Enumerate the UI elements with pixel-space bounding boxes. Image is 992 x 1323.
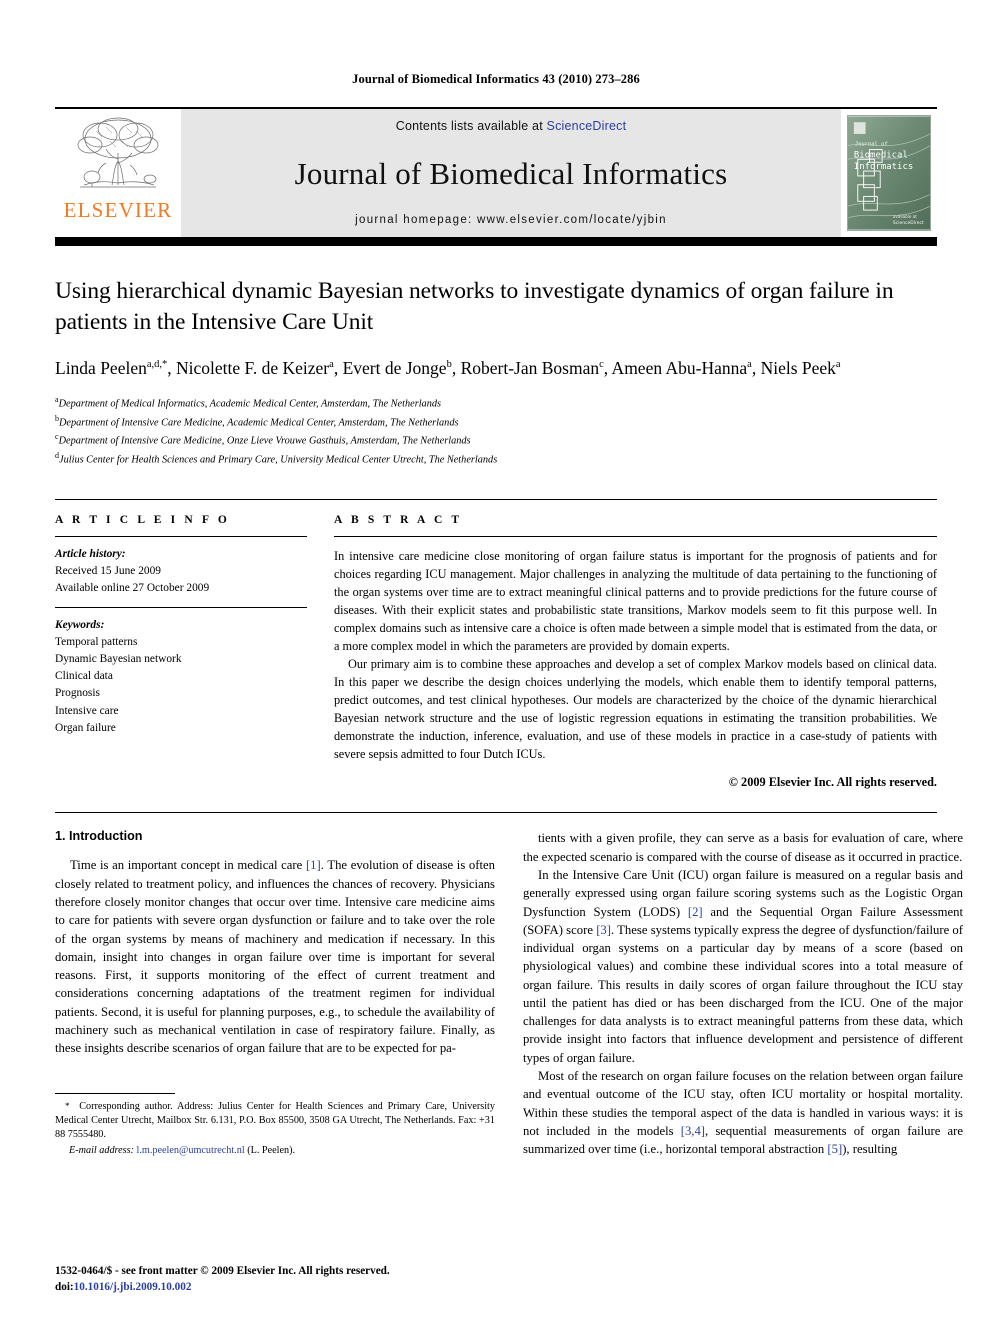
affiliation-marker: a [55, 394, 59, 404]
doi-label: doi: [55, 1280, 74, 1293]
keyword-item: Prognosis [55, 687, 100, 700]
doi-link[interactable]: 10.1016/j.jbi.2009.10.002 [74, 1281, 192, 1293]
section-heading-introduction: 1. Introduction [55, 829, 143, 844]
page-footer: 1532-0464/$ - see front matter © 2009 El… [55, 1263, 495, 1295]
front-matter-line: 1532-0464/$ - see front matter © 2009 El… [55, 1264, 390, 1277]
email-link[interactable]: l.m.peelen@umcutrecht.nl [137, 1145, 245, 1156]
body-paragraph: Most of the research on organ failure fo… [523, 1069, 963, 1157]
abstract-copyright: © 2009 Elsevier Inc. All rights reserved… [728, 775, 937, 790]
contents-prefix: Contents lists available at [395, 119, 547, 133]
info-abstract-region: A R T I C L E I N F O Article history: R… [55, 498, 937, 791]
keyword-item: Intensive care [55, 704, 119, 717]
footnote-rule [55, 1092, 175, 1094]
body-column-right: tients with a given profile, they can se… [523, 829, 963, 1158]
affiliation-marker: c [55, 432, 59, 442]
journal-cover-thumbnail: Journal of Biomedical Informatics availa… [841, 109, 937, 237]
affiliation-marker: d [55, 450, 59, 460]
doi-line: doi:10.1016/j.jbi.2009.10.002 [55, 1279, 495, 1295]
sciencedirect-link[interactable]: ScienceDirect [547, 119, 627, 133]
affiliation-marker: b [55, 413, 59, 423]
masthead-bottom-rule [55, 237, 937, 246]
email-owner: (L. Peelen). [247, 1144, 296, 1156]
abstract-paragraph: Our primary aim is to combine these appr… [334, 657, 937, 762]
abstract-paragraph: In intensive care medicine close monitor… [334, 548, 937, 653]
svg-text:Journal of: Journal of [855, 142, 888, 148]
article-history-label: Article history: [55, 547, 126, 560]
elsevier-tree-icon [77, 117, 159, 188]
keyword-item: Organ failure [55, 721, 116, 734]
body-region: 1. Introduction Time is an important con… [55, 812, 963, 1158]
page-title: Using hierarchical dynamic Bayesian netw… [55, 278, 894, 336]
keywords-label: Keywords: [55, 618, 105, 631]
affiliation-item: dJulius Center for Health Sciences and P… [55, 450, 498, 466]
affiliation-item: cDepartment of Intensive Care Medicine, … [55, 432, 471, 447]
abstract-divider [334, 535, 937, 537]
article-info-heading: A R T I C L E I N F O [55, 513, 230, 526]
keyword-item: Temporal patterns [55, 636, 138, 649]
article-first-page: Journal of Biomedical Informatics 43 (20… [0, 0, 992, 1323]
masthead-band: Contents lists available at ScienceDirec… [181, 109, 841, 237]
affiliation-list: aDepartment of Medical Informatics, Acad… [55, 394, 937, 469]
journal-masthead: ELSEVIER Contents lists available at Sci… [55, 107, 937, 237]
body-paragraph: In the Intensive Care Unit (ICU) organ f… [523, 867, 964, 1065]
journal-homepage-line[interactable]: journal homepage: www.elsevier.com/locat… [355, 214, 667, 226]
abstract-heading: A B S T R A C T [334, 513, 463, 526]
elsevier-logo: ELSEVIER [55, 109, 181, 237]
keyword-item: Clinical data [55, 670, 113, 683]
article-info-divider [55, 535, 307, 537]
title-block: Using hierarchical dynamic Bayesian netw… [55, 276, 937, 469]
article-info-column: A R T I C L E I N F O Article history: R… [55, 514, 307, 791]
corresponding-author-footnote: * Corresponding author. Address: Julius … [55, 1092, 495, 1159]
svg-text:Informatics: Informatics [854, 162, 913, 172]
keywords-block: Keywords: Temporal patterns Dynamic Baye… [55, 617, 307, 737]
article-history-received: Received 15 June 2009 [55, 564, 161, 577]
corresponding-author-text: * Corresponding author. Address: Julius … [55, 1100, 495, 1141]
article-history-online: Available online 27 October 2009 [55, 581, 210, 594]
body-paragraph: tients with a given profile, they can se… [523, 831, 963, 864]
elsevier-wordmark: ELSEVIER [63, 198, 173, 222]
corresponding-author-email-line: E-mail address: l.m.peelen@umcutrecht.nl… [55, 1144, 495, 1158]
running-head: Journal of Biomedical Informatics 43 (20… [352, 72, 640, 86]
svg-text:ScienceDirect: ScienceDirect [893, 220, 924, 226]
author-list: Linda Peelena,d,*, Nicolette F. de Keize… [55, 358, 841, 379]
contents-available-line: Contents lists available at ScienceDirec… [396, 119, 627, 133]
affiliation-item: aDepartment of Medical Informatics, Acad… [55, 394, 442, 410]
cover-image-icon: Journal of Biomedical Informatics availa… [847, 115, 931, 231]
svg-text:available at: available at [893, 214, 917, 219]
keywords-divider [55, 606, 307, 608]
email-address-label: E-mail address: [69, 1144, 134, 1156]
body-paragraph: Time is an important concept in medical … [55, 858, 495, 1056]
journal-title: Journal of Biomedical Informatics [294, 156, 728, 191]
svg-text:Biomedical: Biomedical [854, 150, 908, 160]
affiliation-item: bDepartment of Intensive Care Medicine, … [55, 413, 459, 428]
keyword-item: Dynamic Bayesian network [55, 653, 182, 666]
body-column-left: 1. Introduction Time is an important con… [55, 829, 495, 1158]
abstract-column: A B S T R A C T In intensive care medici… [334, 514, 937, 791]
